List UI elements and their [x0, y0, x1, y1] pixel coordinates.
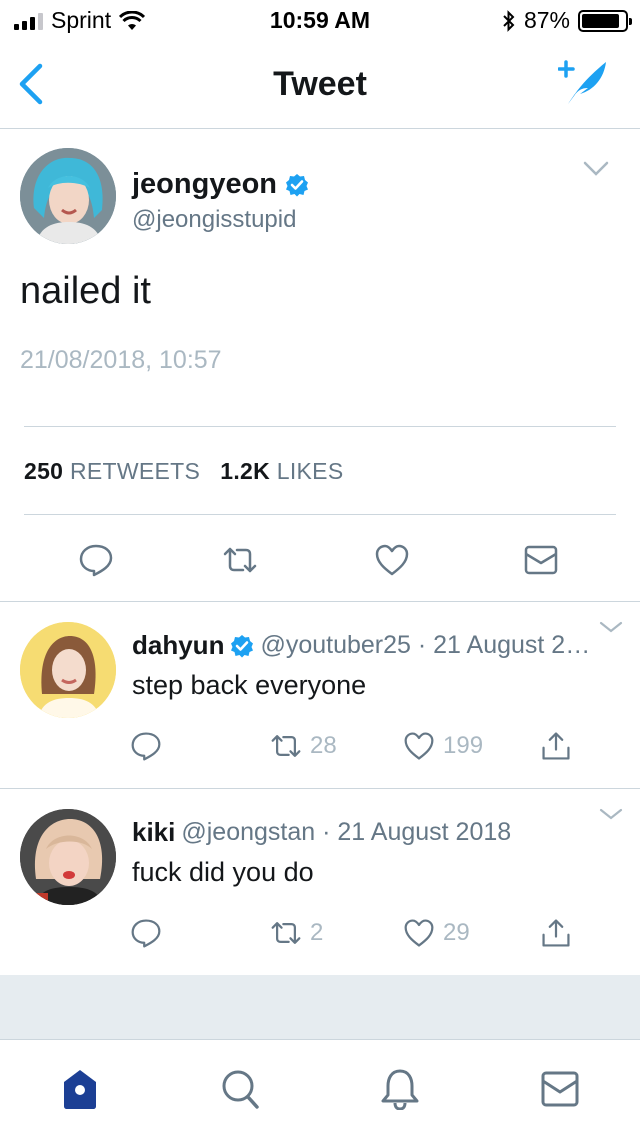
reply-header: dahyun @youtuber25 · 21 August 2…: [132, 630, 602, 661]
retweets-label: RETWEETS: [69, 458, 201, 484]
compose-feather-icon[interactable]: [558, 58, 610, 108]
avatar-image: [20, 148, 116, 244]
home-icon[interactable]: [60, 1068, 100, 1110]
like-heart-icon[interactable]: [374, 542, 410, 578]
retweet-count: 2: [310, 919, 324, 946]
status-bar-right: 87%: [502, 7, 632, 34]
like-count: 29: [443, 919, 470, 946]
retweets-stat[interactable]: 250 RETWEETS: [24, 458, 200, 484]
likes-stat[interactable]: 1.2K LIKES: [220, 458, 343, 484]
tweet-actions: [0, 534, 640, 586]
chevron-down-icon[interactable]: [598, 620, 624, 634]
retweet-button[interactable]: 2: [270, 917, 323, 949]
status-bar: Sprint 10:59 AM 87%: [0, 0, 640, 40]
verified-badge-icon: [231, 634, 254, 657]
retweets-count: 250: [24, 458, 64, 484]
retweet-count: 28: [310, 732, 337, 759]
chevron-down-icon[interactable]: [598, 807, 624, 821]
avatar[interactable]: [20, 622, 116, 718]
author-handle[interactable]: @jeongisstupid: [132, 206, 296, 234]
battery-percent: 87%: [523, 7, 570, 33]
navigation-bar: Tweet: [0, 40, 640, 129]
retweet-button[interactable]: 28: [270, 730, 337, 762]
author-name-row: jeongyeon: [132, 168, 309, 201]
display-name[interactable]: dahyun: [132, 630, 224, 661]
share-button[interactable]: [540, 730, 572, 762]
search-icon[interactable]: [220, 1068, 260, 1110]
bottom-tab-bar: [0, 1039, 640, 1136]
reply-icon-button[interactable]: [130, 730, 162, 762]
retweet-icon: [271, 735, 301, 757]
engagement-stats: 250 RETWEETS 1.2K LIKES: [24, 458, 343, 485]
page-title: Tweet: [273, 65, 367, 103]
battery-fill: [582, 13, 619, 28]
reply-header: kiki @jeongstan · 21 August 2018: [132, 817, 602, 848]
avatar[interactable]: [20, 148, 116, 244]
reply-meta: @youtuber25 · 21 August 2…: [260, 631, 591, 659]
tweet-timestamp: 21/08/2018, 10:57: [20, 346, 222, 374]
reply-icon-button[interactable]: [130, 917, 162, 949]
retweet-icon[interactable]: [222, 542, 258, 578]
like-count: 199: [443, 732, 484, 759]
like-heart-icon: [404, 732, 434, 760]
reply-icon[interactable]: [78, 542, 114, 578]
battery-icon: [578, 9, 632, 32]
likes-label: LIKES: [276, 458, 344, 484]
reply-text: fuck did you do: [132, 857, 314, 887]
display-name[interactable]: kiki: [132, 817, 175, 848]
retweet-icon: [271, 922, 301, 944]
avatar[interactable]: [20, 809, 116, 905]
share-upload-icon: [542, 919, 570, 947]
divider: [24, 426, 616, 427]
empty-area: [0, 975, 640, 1039]
like-heart-icon: [404, 919, 434, 947]
notifications-bell-icon[interactable]: [380, 1068, 420, 1110]
divider: [24, 514, 616, 515]
chevron-down-icon[interactable]: [582, 160, 610, 178]
likes-count: 1.2K: [220, 458, 271, 484]
reply-tweet[interactable]: kiki @jeongstan · 21 August 2018 fuck di…: [0, 789, 640, 975]
like-button[interactable]: 199: [403, 730, 483, 762]
display-name[interactable]: jeongyeon: [132, 168, 277, 201]
verified-badge-icon: [286, 173, 309, 196]
share-button[interactable]: [540, 917, 572, 949]
like-button[interactable]: 29: [403, 917, 470, 949]
reply-icon: [131, 919, 161, 948]
bluetooth-icon: [503, 9, 515, 32]
avatar-image: [20, 809, 116, 905]
reply-icon: [131, 732, 161, 761]
reply-tweet[interactable]: dahyun @youtuber25 · 21 August 2… step b…: [0, 602, 640, 789]
reply-text: step back everyone: [132, 670, 367, 700]
reply-meta: @jeongstan · 21 August 2018: [181, 818, 512, 846]
tweet-text: nailed it: [20, 270, 151, 312]
messages-envelope-icon[interactable]: [540, 1068, 580, 1110]
main-tweet: jeongyeon @jeongisstupid nailed it 21/08…: [0, 130, 640, 602]
direct-message-icon[interactable]: [523, 542, 559, 578]
share-upload-icon: [542, 732, 570, 760]
avatar-image: [20, 622, 116, 718]
